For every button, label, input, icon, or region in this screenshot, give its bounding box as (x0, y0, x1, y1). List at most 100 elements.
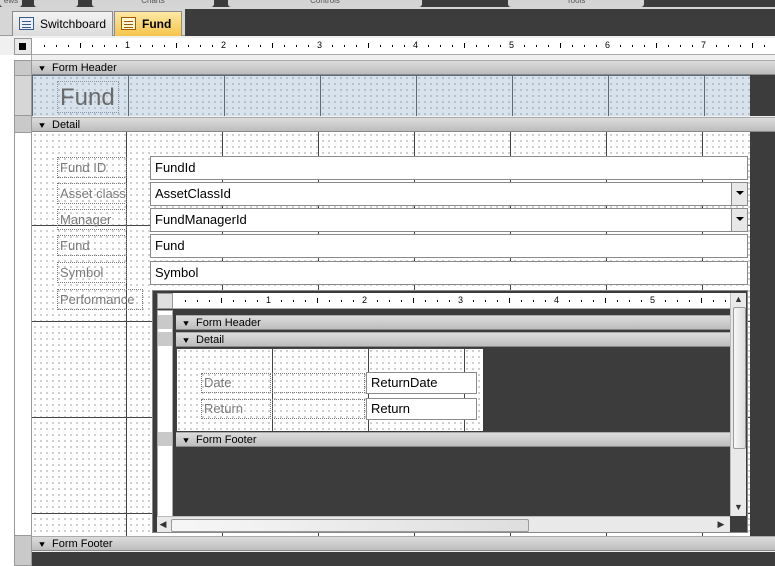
label-fund-id[interactable]: Fund ID (57, 157, 127, 178)
subform-ruler-tick (425, 300, 426, 302)
ruler-tick (344, 45, 345, 47)
ruler-number: 6 (605, 40, 611, 50)
horizontal-ruler[interactable]: 1 2 3 4 5 6 7 (32, 38, 775, 55)
subform-form-footer-bar[interactable]: ⯆ Form Footer (176, 432, 730, 447)
scroll-thumb[interactable] (733, 307, 746, 449)
ruler-tick (212, 45, 213, 47)
section-arrow-icon: ⯆ (182, 336, 190, 347)
ruler-tick (56, 45, 57, 47)
subform-ruler-tick (245, 300, 246, 302)
label-fund[interactable]: Fund (57, 235, 127, 256)
subform-ruler-tick (701, 298, 702, 303)
label-performance[interactable]: Performance (57, 289, 143, 310)
subform-horizontal-ruler[interactable]: 1 2 3 4 5 (173, 293, 730, 309)
textbox-fund[interactable]: Fund (150, 234, 748, 258)
subform-textbox-return[interactable]: Return (366, 398, 477, 420)
subform-ruler-tick (689, 300, 690, 302)
menu-fragment[interactable]: ews (0, 0, 22, 7)
combobox-value: FundManagerId (155, 212, 247, 227)
section-label: Form Footer (196, 434, 257, 446)
subform-textbox-returndate[interactable]: ReturnDate (366, 372, 477, 394)
subform-ruler-tick (641, 300, 642, 302)
ruler-number: 4 (413, 40, 419, 50)
ruler-tick (260, 45, 261, 47)
tab-label: Fund (142, 17, 172, 31)
dropdown-arrow-icon[interactable] (731, 209, 747, 231)
section-label: Form Footer (52, 538, 113, 550)
ruler-number: 7 (701, 40, 707, 50)
scroll-right-arrow-icon[interactable]: ▶ (715, 518, 727, 532)
header-section-selector[interactable] (14, 75, 32, 116)
menu-fragment[interactable]: Controls (228, 0, 422, 7)
scroll-up-arrow-icon[interactable]: ▲ (731, 293, 746, 305)
ruler-tick (740, 45, 741, 47)
ruler-tick (188, 45, 189, 47)
ruler-tick (392, 45, 393, 47)
ruler-tick (644, 45, 645, 47)
form-footer-bar[interactable]: ⯆ Form Footer (32, 536, 775, 551)
subform-ruler-number: 1 (266, 295, 272, 305)
subform-ruler-tick (509, 298, 510, 303)
subform-ruler-number: 4 (554, 295, 560, 305)
ruler-tick (572, 45, 573, 47)
subform-label-return[interactable]: Return (201, 399, 271, 419)
subform-form-header-bar[interactable]: ⯆ Form Header (176, 315, 730, 330)
form-icon (121, 17, 136, 30)
subform-ruler-tick (497, 300, 498, 302)
ruler-tick (488, 45, 489, 47)
menu-fragment[interactable]: Charts (92, 0, 214, 7)
ruler-tick (536, 45, 537, 47)
subform-ruler-tick (389, 300, 390, 302)
combobox-assetclassid[interactable]: AssetClassId (150, 182, 748, 206)
ruler-tick (104, 45, 105, 47)
tab-fund[interactable]: Fund (114, 11, 182, 36)
ruler-tick (116, 45, 117, 47)
ruler-tick (476, 45, 477, 47)
dropdown-arrow-icon[interactable] (731, 183, 747, 205)
subform-horizontal-scrollbar[interactable]: ◀ ▶ (157, 516, 730, 532)
textbox-symbol[interactable]: Symbol (150, 261, 748, 285)
detail-section-selector[interactable] (14, 132, 32, 536)
subform-detail-selector[interactable] (158, 332, 172, 346)
subform-detail-overflow (483, 348, 730, 431)
label-asset-class[interactable]: Asset class (57, 183, 127, 204)
menu-fragment[interactable]: Tools (508, 0, 644, 7)
form-header-bar[interactable]: ⯆ Form Header (32, 60, 775, 75)
ruler-number: 5 (509, 40, 515, 50)
ruler-tick (92, 45, 93, 47)
subform-vertical-scrollbar[interactable]: ▲ ▼ (730, 293, 746, 516)
form-title-label[interactable]: Fund (57, 81, 119, 113)
ruler-tick (368, 43, 369, 48)
tab-label: Switchboard (40, 17, 107, 31)
subform-footer-selector[interactable] (158, 432, 172, 446)
detail-bar[interactable]: ⯆ Detail (32, 117, 775, 132)
ruler-tick (596, 45, 597, 47)
subform-label-date[interactable]: Date (201, 373, 271, 393)
label-symbol[interactable]: Symbol (57, 262, 127, 283)
subform-detail-bar[interactable]: ⯆ Detail (176, 332, 730, 347)
scroll-down-arrow-icon[interactable]: ▼ (731, 501, 746, 513)
form-selector[interactable] (14, 38, 32, 55)
subform-label-spacer (272, 399, 365, 419)
ruler-number: 1 (125, 40, 131, 50)
tab-switchboard[interactable]: Switchboard (12, 11, 113, 36)
scroll-left-arrow-icon[interactable]: ◀ (157, 518, 169, 532)
textbox-fundid[interactable]: FundId (150, 156, 748, 180)
subform-ruler-tick (401, 300, 402, 302)
form-header-section[interactable] (32, 75, 750, 116)
subform-ruler-tick (329, 300, 330, 302)
ruler-tick (632, 45, 633, 47)
combobox-fundmanagerid[interactable]: FundManagerId (150, 208, 748, 232)
subform-selector[interactable] (157, 293, 173, 309)
ruler-tick (44, 45, 45, 47)
subform-header-selector[interactable] (158, 315, 172, 329)
subform-ruler-tick (233, 300, 234, 302)
scroll-thumb[interactable] (171, 519, 529, 532)
section-arrow-icon: ⯆ (38, 540, 46, 551)
ruler-tick (728, 45, 729, 47)
menu-blank[interactable] (34, 0, 78, 7)
label-manager[interactable]: Manager (57, 209, 127, 230)
subform-ruler-tick (725, 300, 726, 302)
ruler-tick (404, 45, 405, 47)
ruler-tick (176, 43, 177, 48)
